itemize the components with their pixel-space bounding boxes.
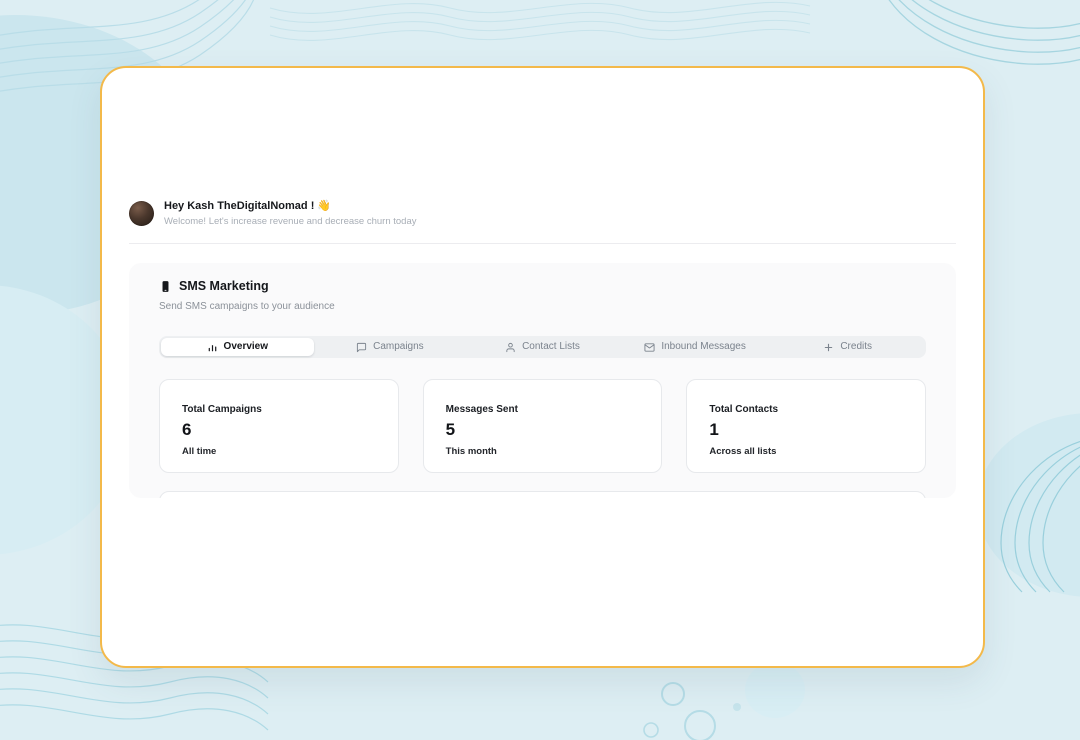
sms-marketing-panel: SMS Marketing Send SMS campaigns to your… [129,263,956,498]
stat-caption: Across all lists [709,447,903,457]
header-divider [129,243,956,244]
greeting-subtitle: Welcome! Let's increase revenue and decr… [164,216,416,227]
stat-label: Total Contacts [709,404,903,415]
phone-icon [159,280,172,293]
mail-icon [644,342,655,353]
stat-caption: This month [446,447,640,457]
tab-label: Credits [840,342,872,352]
app-window: Hey Kash TheDigitalNomad ! 👋 Welcome! Le… [100,66,985,668]
tab-campaigns[interactable]: Campaigns [314,338,467,356]
tab-inbound-messages[interactable]: Inbound Messages [619,338,772,356]
stats-row: Total Campaigns 6 All time Messages Sent… [159,379,926,473]
tab-overview[interactable]: Overview [161,338,314,356]
panel-title: SMS Marketing [179,279,269,293]
tab-label: Overview [224,342,268,352]
bar-chart-icon [207,342,218,353]
stat-caption: All time [182,447,376,457]
stat-card-total-contacts: Total Contacts 1 Across all lists [686,379,926,473]
panel-subtitle: Send SMS campaigns to your audience [159,301,926,312]
tab-label: Campaigns [373,342,424,352]
tab-label: Inbound Messages [661,342,746,352]
user-icon [505,342,516,353]
stat-label: Total Campaigns [182,404,376,415]
tab-contact-lists[interactable]: Contact Lists [466,338,619,356]
sms-tabbar: Overview Campaigns Contact Lists [159,336,926,358]
stat-card-total-campaigns: Total Campaigns 6 All time [159,379,399,473]
stat-value: 6 [182,421,376,439]
stat-card-messages-sent: Messages Sent 5 This month [423,379,663,473]
stat-value: 1 [709,421,903,439]
stat-value: 5 [446,421,640,439]
user-avatar [129,201,154,226]
tab-label: Contact Lists [522,342,580,352]
tab-credits[interactable]: Credits [771,338,924,356]
greeting-header: Hey Kash TheDigitalNomad ! 👋 Welcome! Le… [129,200,956,227]
message-square-icon [356,342,367,353]
stat-label: Messages Sent [446,404,640,415]
plus-icon [823,342,834,353]
greeting-title: Hey Kash TheDigitalNomad ! 👋 [164,200,416,213]
partial-card [159,491,926,498]
